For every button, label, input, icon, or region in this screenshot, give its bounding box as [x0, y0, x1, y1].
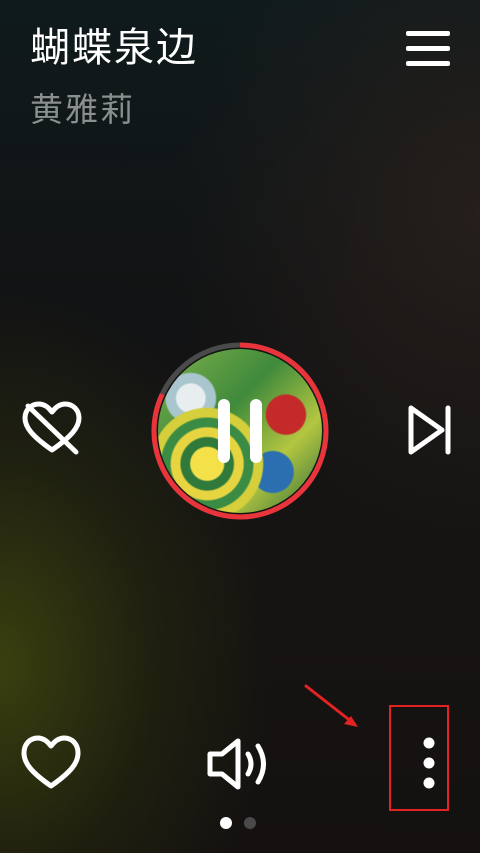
pause-icon-bar [250, 399, 262, 463]
song-title: 蝴蝶泉边 [30, 25, 198, 71]
page-dot-active[interactable] [220, 817, 232, 829]
volume-icon [207, 738, 266, 790]
artist-name: 黄雅莉 [30, 90, 135, 129]
page-dot[interactable] [244, 817, 256, 829]
menu-button[interactable] [404, 27, 452, 71]
heart-slash-icon [22, 401, 82, 455]
album-disc[interactable] [150, 341, 330, 521]
annotation-box [389, 705, 449, 811]
favorite-button[interactable] [20, 734, 82, 792]
dislike-button[interactable] [20, 400, 84, 460]
pause-button[interactable] [218, 399, 262, 463]
hamburger-menu-icon [406, 31, 450, 66]
skip-next-icon [408, 405, 451, 455]
heart-outline-icon [21, 735, 81, 789]
next-button[interactable] [404, 402, 454, 458]
pause-icon [218, 399, 230, 463]
volume-button[interactable] [204, 736, 274, 792]
annotation-arrow [304, 684, 358, 727]
